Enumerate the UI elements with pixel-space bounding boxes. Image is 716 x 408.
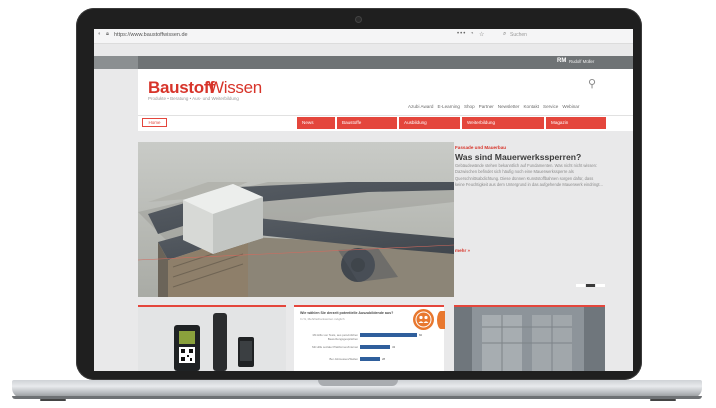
laptop-base-edge bbox=[12, 396, 702, 399]
nav-home[interactable]: Home bbox=[142, 118, 167, 127]
logo-part2[interactable]: Wissen bbox=[208, 78, 262, 98]
util-link-kontakt[interactable]: Kontakt bbox=[523, 104, 539, 109]
search-icon: ⌕ bbox=[503, 31, 507, 37]
slider-dot-1[interactable] bbox=[576, 284, 585, 287]
laptop-notch bbox=[318, 380, 398, 386]
utility-nav: Azubi Award E-Learning Shop Partner News… bbox=[408, 104, 579, 109]
pocket-icon[interactable]: ◔ bbox=[470, 31, 474, 37]
poll-bar-label-3: Bei Jobmessen/Stellen bbox=[329, 357, 358, 361]
hero-title[interactable]: Was sind Mauerwerkssperren? bbox=[455, 152, 581, 162]
util-link-shop[interactable]: Shop bbox=[464, 104, 475, 109]
util-link-elearning[interactable]: E-Learning bbox=[437, 104, 459, 109]
poll-bar-value-2: 43 bbox=[392, 345, 396, 349]
publisher-name[interactable]: Rudolf Müller bbox=[569, 59, 594, 64]
device-illustration bbox=[174, 313, 254, 371]
slider-dot-3[interactable] bbox=[596, 284, 605, 287]
poll-bar-3 bbox=[360, 357, 380, 361]
nav-weiterbildung[interactable]: Weiterbildung bbox=[462, 117, 544, 129]
lock-icon[interactable]: 🔒︎ bbox=[106, 31, 109, 38]
bookmark-star-icon[interactable]: ☆ bbox=[479, 31, 484, 38]
poll-bar-label-2: Mit Hilfe sozialer Plattformen/Internet bbox=[312, 345, 358, 349]
poll-bar-value-3: 28 bbox=[382, 357, 386, 361]
poll-bar-2 bbox=[360, 345, 390, 349]
badge-decoration bbox=[437, 311, 445, 329]
page-actions-menu[interactable]: ••• bbox=[457, 31, 466, 37]
slider-dot-2[interactable] bbox=[586, 284, 595, 287]
logo-tagline: Produkte • Beratung • Aus- und Weiterbil… bbox=[148, 96, 239, 101]
teaser-card-interior[interactable] bbox=[454, 305, 605, 371]
hero-kicker: Fassade und Mauerbau bbox=[455, 145, 507, 150]
nav-ausbildung[interactable]: Ausbildung bbox=[399, 117, 460, 129]
laptop-screen: ◐ 🔒︎ https://www.baustoffwissen.de ••• ◔… bbox=[94, 29, 633, 371]
people-icon bbox=[413, 309, 434, 330]
util-link-azubi-award[interactable]: Azubi Award bbox=[408, 104, 433, 109]
hero-more-link[interactable]: mehr » bbox=[455, 248, 470, 253]
util-link-service[interactable]: Service bbox=[543, 104, 558, 109]
poll-bar-1 bbox=[360, 333, 417, 337]
poll-question: Wie wählen Sie derzeit potentielle Auszu… bbox=[300, 311, 394, 315]
top-band bbox=[94, 56, 633, 69]
util-link-webinar[interactable]: Webinar bbox=[562, 104, 579, 109]
laptop-foot-left bbox=[40, 399, 66, 401]
hero-body: Gebäudewände stehen bekanntlich auf Fund… bbox=[455, 163, 603, 188]
laptop-foot-right bbox=[650, 399, 676, 401]
hero-illustration bbox=[138, 142, 454, 297]
top-band-left bbox=[94, 56, 138, 69]
url-bar[interactable]: https://www.baustoffwissen.de bbox=[114, 32, 188, 38]
browser-search-input[interactable]: Suchen bbox=[510, 32, 630, 38]
nav-news[interactable]: News bbox=[297, 117, 335, 129]
teaser-card-device[interactable] bbox=[138, 305, 286, 371]
site-search-icon[interactable]: ⚲ bbox=[588, 77, 596, 90]
logo-part1[interactable]: Baustoff bbox=[148, 78, 215, 98]
publisher-logo[interactable]: RM bbox=[557, 58, 566, 64]
util-link-newsletter[interactable]: Newsletter bbox=[498, 104, 520, 109]
poll-bar-label-1: Mit Hilfe von Tests, aus persönlichen Be… bbox=[312, 333, 358, 341]
poll-subtitle: In %, Mehrfachantworten möglich bbox=[300, 317, 345, 321]
hero-image[interactable] bbox=[138, 142, 454, 297]
nav-magazin[interactable]: Magazin bbox=[546, 117, 606, 129]
webcam bbox=[356, 17, 361, 22]
nav-baustoffe[interactable]: Baustoffe bbox=[337, 117, 397, 129]
shield-tracking-icon[interactable]: ◐ bbox=[98, 31, 101, 37]
interior-illustration bbox=[454, 307, 605, 371]
poll-bar-value-1: 82 bbox=[419, 333, 423, 337]
util-link-partner[interactable]: Partner bbox=[479, 104, 494, 109]
